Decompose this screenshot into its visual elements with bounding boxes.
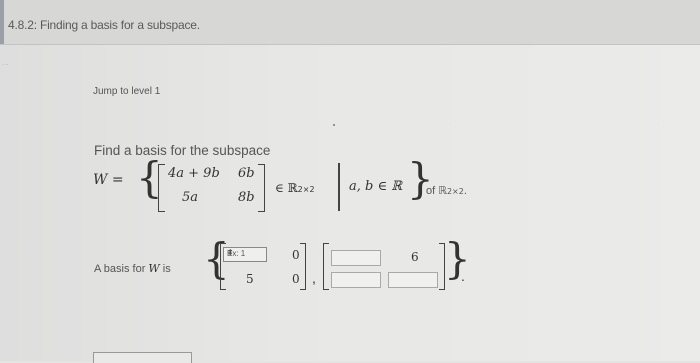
vector2-left-bracket (323, 243, 329, 290)
header-accent (0, 0, 4, 44)
matrix-right-bracket (258, 164, 265, 212)
matrix-cell-r2c1: 5a (182, 190, 199, 205)
vector1-r2c2: 0 (292, 272, 300, 286)
answer-right-brace: } (444, 234, 471, 283)
jump-to-level-link[interactable]: Jump to level 1 (93, 86, 160, 97)
cursor-dot (333, 124, 335, 126)
matrix-left-bracket (158, 164, 165, 212)
set-builder-bar (338, 163, 340, 211)
vector-separator-comma: , (312, 270, 316, 286)
vector1-r1c2: 0 (292, 248, 300, 262)
matrix-cell-r1c2: 6b (238, 166, 255, 181)
vector1-r2c1: 5 (246, 272, 254, 286)
of-r-text: of ℝ2×2. (426, 185, 467, 197)
condition-text: a, b ∈ ℝ (349, 179, 403, 194)
vector1-r1c1-dropdown[interactable]: Ex: 1 ⬍ (223, 247, 267, 262)
dropdown-arrow-icon: ⬍ (227, 248, 234, 257)
sidebar-faint-label: ... (2, 58, 9, 67)
basis-label: A basis for W is (94, 262, 171, 275)
membership-r: ∈ ℝ2×2 (275, 181, 315, 195)
vector2-r1c2: 6 (411, 250, 419, 264)
matrix-cell-r1c1: 4a + 9b (168, 166, 220, 181)
vector1-right-bracket (300, 243, 306, 290)
vector2-r1c1-input[interactable] (331, 250, 381, 266)
page-title: 4.8.2: Finding a basis for a subspace. (8, 18, 200, 32)
problem-prompt: Find a basis for the subspace (94, 143, 271, 158)
matrix-cell-r2c2: 8b (238, 190, 255, 205)
bottom-tab[interactable] (93, 352, 192, 363)
vector2-r2c2-input[interactable] (388, 272, 438, 288)
top-bar: 4.8.2: Finding a basis for a subspace. (0, 0, 700, 45)
vector2-r2c1-input[interactable] (331, 272, 381, 288)
w-equals: W = (93, 172, 124, 188)
answer-period: . (461, 268, 465, 284)
